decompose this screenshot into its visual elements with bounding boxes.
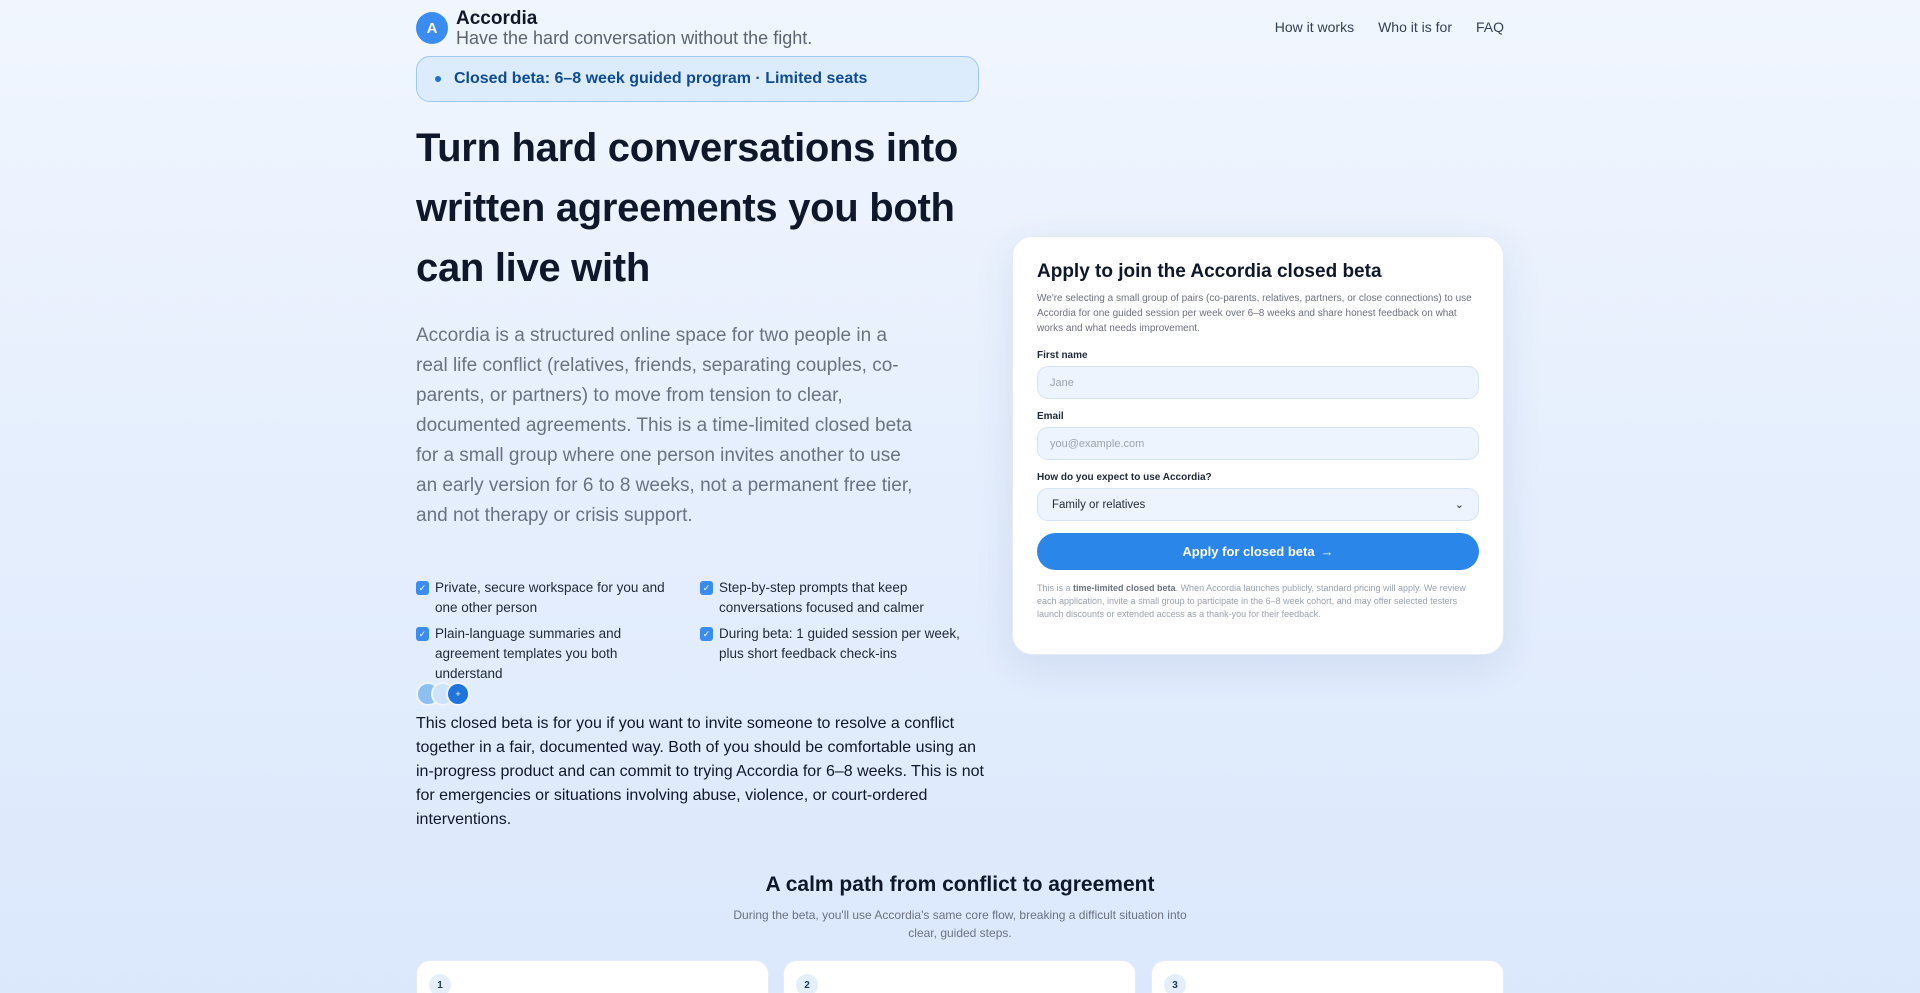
step-card: 2 [783, 960, 1136, 993]
how-it-works-subtitle: During the beta, you'll use Accordia's s… [733, 908, 1187, 940]
bullet-dot-icon [435, 76, 441, 82]
email-label: Email [1037, 411, 1064, 422]
feature-item: ✓ During beta: 1 guided session per week… [700, 624, 970, 664]
feature-item: ✓ Step-by-step prompts that keep convers… [700, 578, 970, 618]
check-icon: ✓ [700, 581, 713, 595]
feature-text: Plain-language summaries and agreement t… [435, 626, 622, 681]
apply-button-label: Apply for closed beta [1182, 544, 1315, 559]
beta-eligibility-note: This closed beta is for you if you want … [416, 715, 984, 828]
check-icon: ✓ [700, 627, 713, 641]
step-number: 3 [1164, 974, 1186, 993]
arrow-right-icon: → [1320, 544, 1334, 559]
hero-title: Turn hard conversations into written agr… [416, 126, 959, 290]
fine-print-bold: time-limited closed beta [1073, 583, 1176, 593]
step-number: 1 [429, 974, 451, 993]
feature-item: ✓ Plain-language summaries and agreement… [416, 624, 686, 684]
avatar-more-icon: + [446, 682, 470, 706]
brand-name[interactable]: Accordia [456, 8, 537, 30]
site-header: A Accordia Have the hard conversation wi… [416, 8, 1504, 52]
beta-badge: Closed beta: 6–8 week guided program · L… [416, 56, 979, 102]
how-it-works-title: A calm path from conflict to agreement [765, 873, 1155, 896]
step-card: 1 [416, 960, 769, 993]
brand-tagline: Have the hard conversation without the f… [456, 28, 813, 48]
check-icon: ✓ [416, 581, 429, 595]
step-card: 3 [1151, 960, 1504, 993]
feature-item: ✓ Private, secure workspace for you and … [416, 578, 686, 618]
avatar-group: + [416, 682, 486, 706]
logo-badge[interactable]: A [416, 12, 448, 44]
nav-faq[interactable]: FAQ [1476, 19, 1504, 35]
apply-form-card: Apply to join the Accordia closed beta W… [1012, 236, 1504, 655]
step-number: 2 [796, 974, 818, 993]
first-name-label: First name [1037, 350, 1088, 361]
fine-print-prefix: This is a [1037, 583, 1071, 593]
beta-badge-text: Closed beta: 6–8 week guided program · L… [454, 70, 868, 87]
nav-how-it-works[interactable]: How it works [1275, 19, 1354, 35]
feature-text: During beta: 1 guided session per week, … [719, 626, 960, 661]
form-title: Apply to join the Accordia closed beta [1037, 261, 1382, 282]
usage-label: How do you expect to use Accordia? [1037, 472, 1212, 483]
usage-selected-value: Family or relatives [1052, 498, 1146, 511]
hero-description: Accordia is a structured online space fo… [416, 325, 913, 526]
nav-who-it-is-for[interactable]: Who it is for [1378, 19, 1452, 35]
form-fine-print: This is a time-limited closed beta. When… [1037, 582, 1479, 621]
email-input[interactable] [1037, 427, 1479, 460]
feature-text: Step-by-step prompts that keep conversat… [719, 580, 924, 615]
usage-select[interactable]: Family or relatives ⌄ [1037, 488, 1479, 521]
usage-select-box[interactable]: Family or relatives ⌄ [1037, 488, 1479, 521]
feature-text: Private, secure workspace for you and on… [435, 580, 665, 615]
form-description: We're selecting a small group of pairs (… [1037, 293, 1472, 334]
main-nav: How it works Who it is for FAQ [1275, 19, 1504, 35]
check-icon: ✓ [416, 627, 429, 641]
chevron-down-icon: ⌄ [1454, 499, 1464, 511]
apply-button[interactable]: Apply for closed beta → [1037, 533, 1479, 570]
first-name-input[interactable] [1037, 366, 1479, 399]
